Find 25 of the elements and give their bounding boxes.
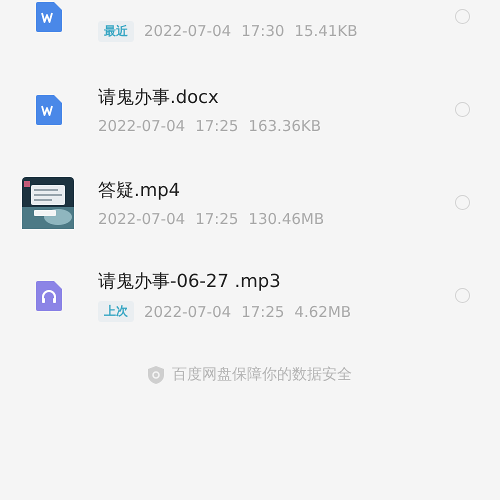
file-date: 2022-07-04	[144, 302, 232, 320]
file-time: 17:25	[195, 210, 238, 228]
file-size: 15.41KB	[294, 22, 358, 40]
file-date: 2022-07-04	[144, 22, 232, 40]
select-radio[interactable]	[455, 288, 470, 303]
file-size: 4.62MB	[294, 302, 352, 320]
audio-file-icon	[36, 280, 62, 310]
shield-icon	[148, 366, 164, 384]
file-size: 130.46MB	[248, 210, 324, 228]
file-time: 17:25	[195, 116, 238, 134]
select-radio[interactable]	[455, 102, 470, 117]
file-time: 17:25	[241, 302, 284, 320]
file-tag: 最近	[98, 20, 134, 42]
security-note: 百度网盘保障你的数据安全	[172, 365, 352, 384]
file-name: 答疑.mp4	[98, 178, 182, 202]
select-radio[interactable]	[455, 9, 470, 24]
file-time: 17:30	[241, 22, 284, 40]
file-name: 请鬼办事-06-27 .mp3	[98, 270, 282, 293]
file-date: 2022-07-04	[98, 210, 186, 228]
file-name: 请鬼办事.docx	[98, 86, 220, 108]
file-date: 2022-07-04	[98, 116, 186, 134]
word-document-icon	[36, 94, 62, 124]
select-radio[interactable]	[455, 195, 470, 210]
file-tag: 上次	[98, 301, 134, 322]
file-size: 163.36KB	[248, 116, 322, 134]
